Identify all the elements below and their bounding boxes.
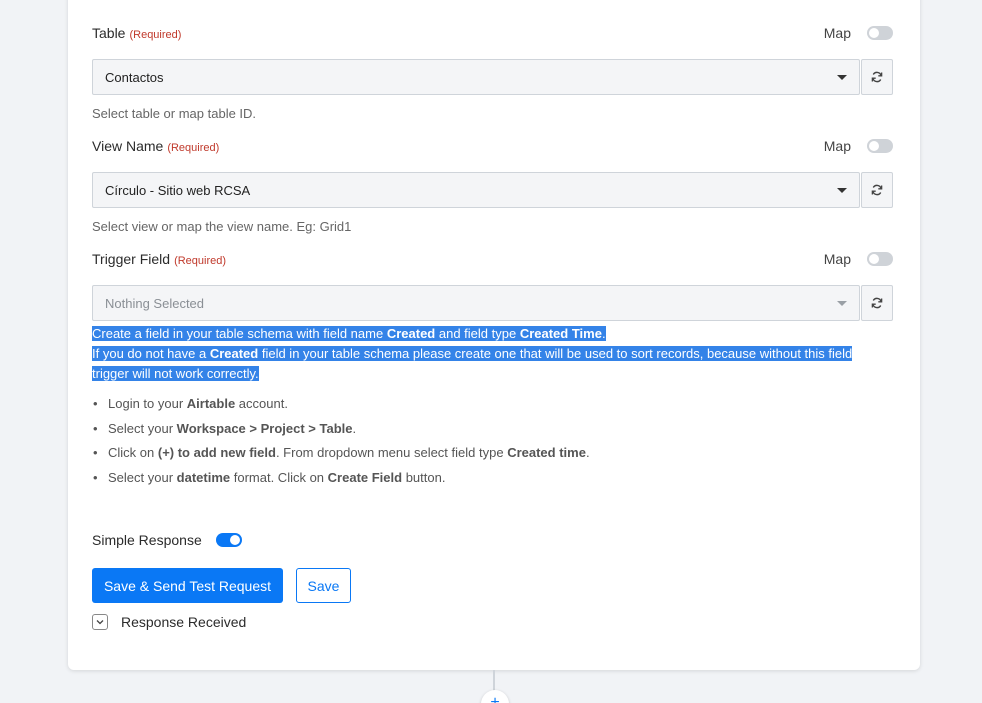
chevron-down-icon[interactable] (92, 614, 108, 630)
trigger-field: Trigger Field (Required) Map Nothing Sele… (92, 251, 893, 321)
table-select-value: Contactos (105, 69, 164, 85)
list-item: Select your datetime format. Click on Cr… (93, 470, 590, 495)
trigger-field-map-control: Map (824, 251, 893, 267)
view-name-hint: Select view or map the view name. Eg: Gr… (92, 219, 352, 234)
map-label: Map (823, 138, 851, 154)
table-map-control: Map (824, 25, 893, 41)
map-label: Map (823, 251, 851, 267)
simple-response-label: Simple Response (92, 532, 202, 548)
caret-down-icon (837, 188, 847, 193)
view-name-map-toggle[interactable] (867, 139, 893, 153)
response-received-label: Response Received (121, 614, 247, 630)
trigger-field-refresh-button[interactable] (861, 285, 893, 321)
refresh-icon (871, 297, 883, 309)
trigger-field-map-toggle[interactable] (867, 252, 893, 266)
plus-icon[interactable]: + (481, 690, 509, 703)
list-item: Select your Workspace > Project > Table. (93, 421, 590, 446)
save-button[interactable]: Save (296, 568, 351, 603)
list-item: Click on (+) to add new field. From drop… (93, 445, 590, 470)
table-select[interactable]: Contactos (92, 59, 860, 95)
view-name-refresh-button[interactable] (861, 172, 893, 208)
simple-response-row: Simple Response (92, 532, 242, 548)
form-card: Table (Required) Map Contactos Select tab… (68, 0, 920, 670)
view-name-map-control: Map (824, 138, 893, 154)
save-send-test-button[interactable]: Save & Send Test Request (92, 568, 283, 603)
required-marker: (Required) (167, 142, 220, 154)
table-map-toggle[interactable] (867, 26, 893, 40)
refresh-icon (871, 71, 883, 83)
required-marker: (Required) (129, 29, 182, 41)
trigger-field-label: Trigger Field (Required) (92, 251, 227, 267)
table-refresh-button[interactable] (861, 59, 893, 95)
response-received-row[interactable]: Response Received (92, 614, 246, 630)
map-label: Map (823, 25, 851, 41)
simple-response-toggle[interactable] (215, 533, 242, 547)
view-name-select-value: Círculo - Sitio web RCSA (105, 182, 251, 198)
trigger-info-text: Create a field in your table schema with… (92, 326, 853, 381)
required-marker: (Required) (174, 255, 227, 267)
table-field: Table (Required) Map Contactos Select tab… (92, 25, 893, 121)
caret-down-icon (837, 75, 847, 80)
view-name-select[interactable]: Círculo - Sitio web RCSA (92, 172, 860, 208)
caret-down-icon (837, 301, 847, 306)
table-label: Table (Required) (92, 25, 182, 41)
table-hint: Select table or map table ID. (92, 106, 257, 121)
refresh-icon (871, 184, 883, 196)
trigger-field-select[interactable]: Nothing Selected (92, 285, 860, 321)
instruction-steps: Login to your Airtable account. Select y… (93, 396, 590, 495)
list-item: Login to your Airtable account. (93, 396, 590, 421)
flow-connector (493, 670, 495, 692)
view-name-field: View Name (Required) Map Círculo - Sitio … (92, 138, 893, 234)
trigger-field-placeholder: Nothing Selected (105, 295, 205, 311)
view-name-label: View Name (Required) (92, 138, 220, 154)
